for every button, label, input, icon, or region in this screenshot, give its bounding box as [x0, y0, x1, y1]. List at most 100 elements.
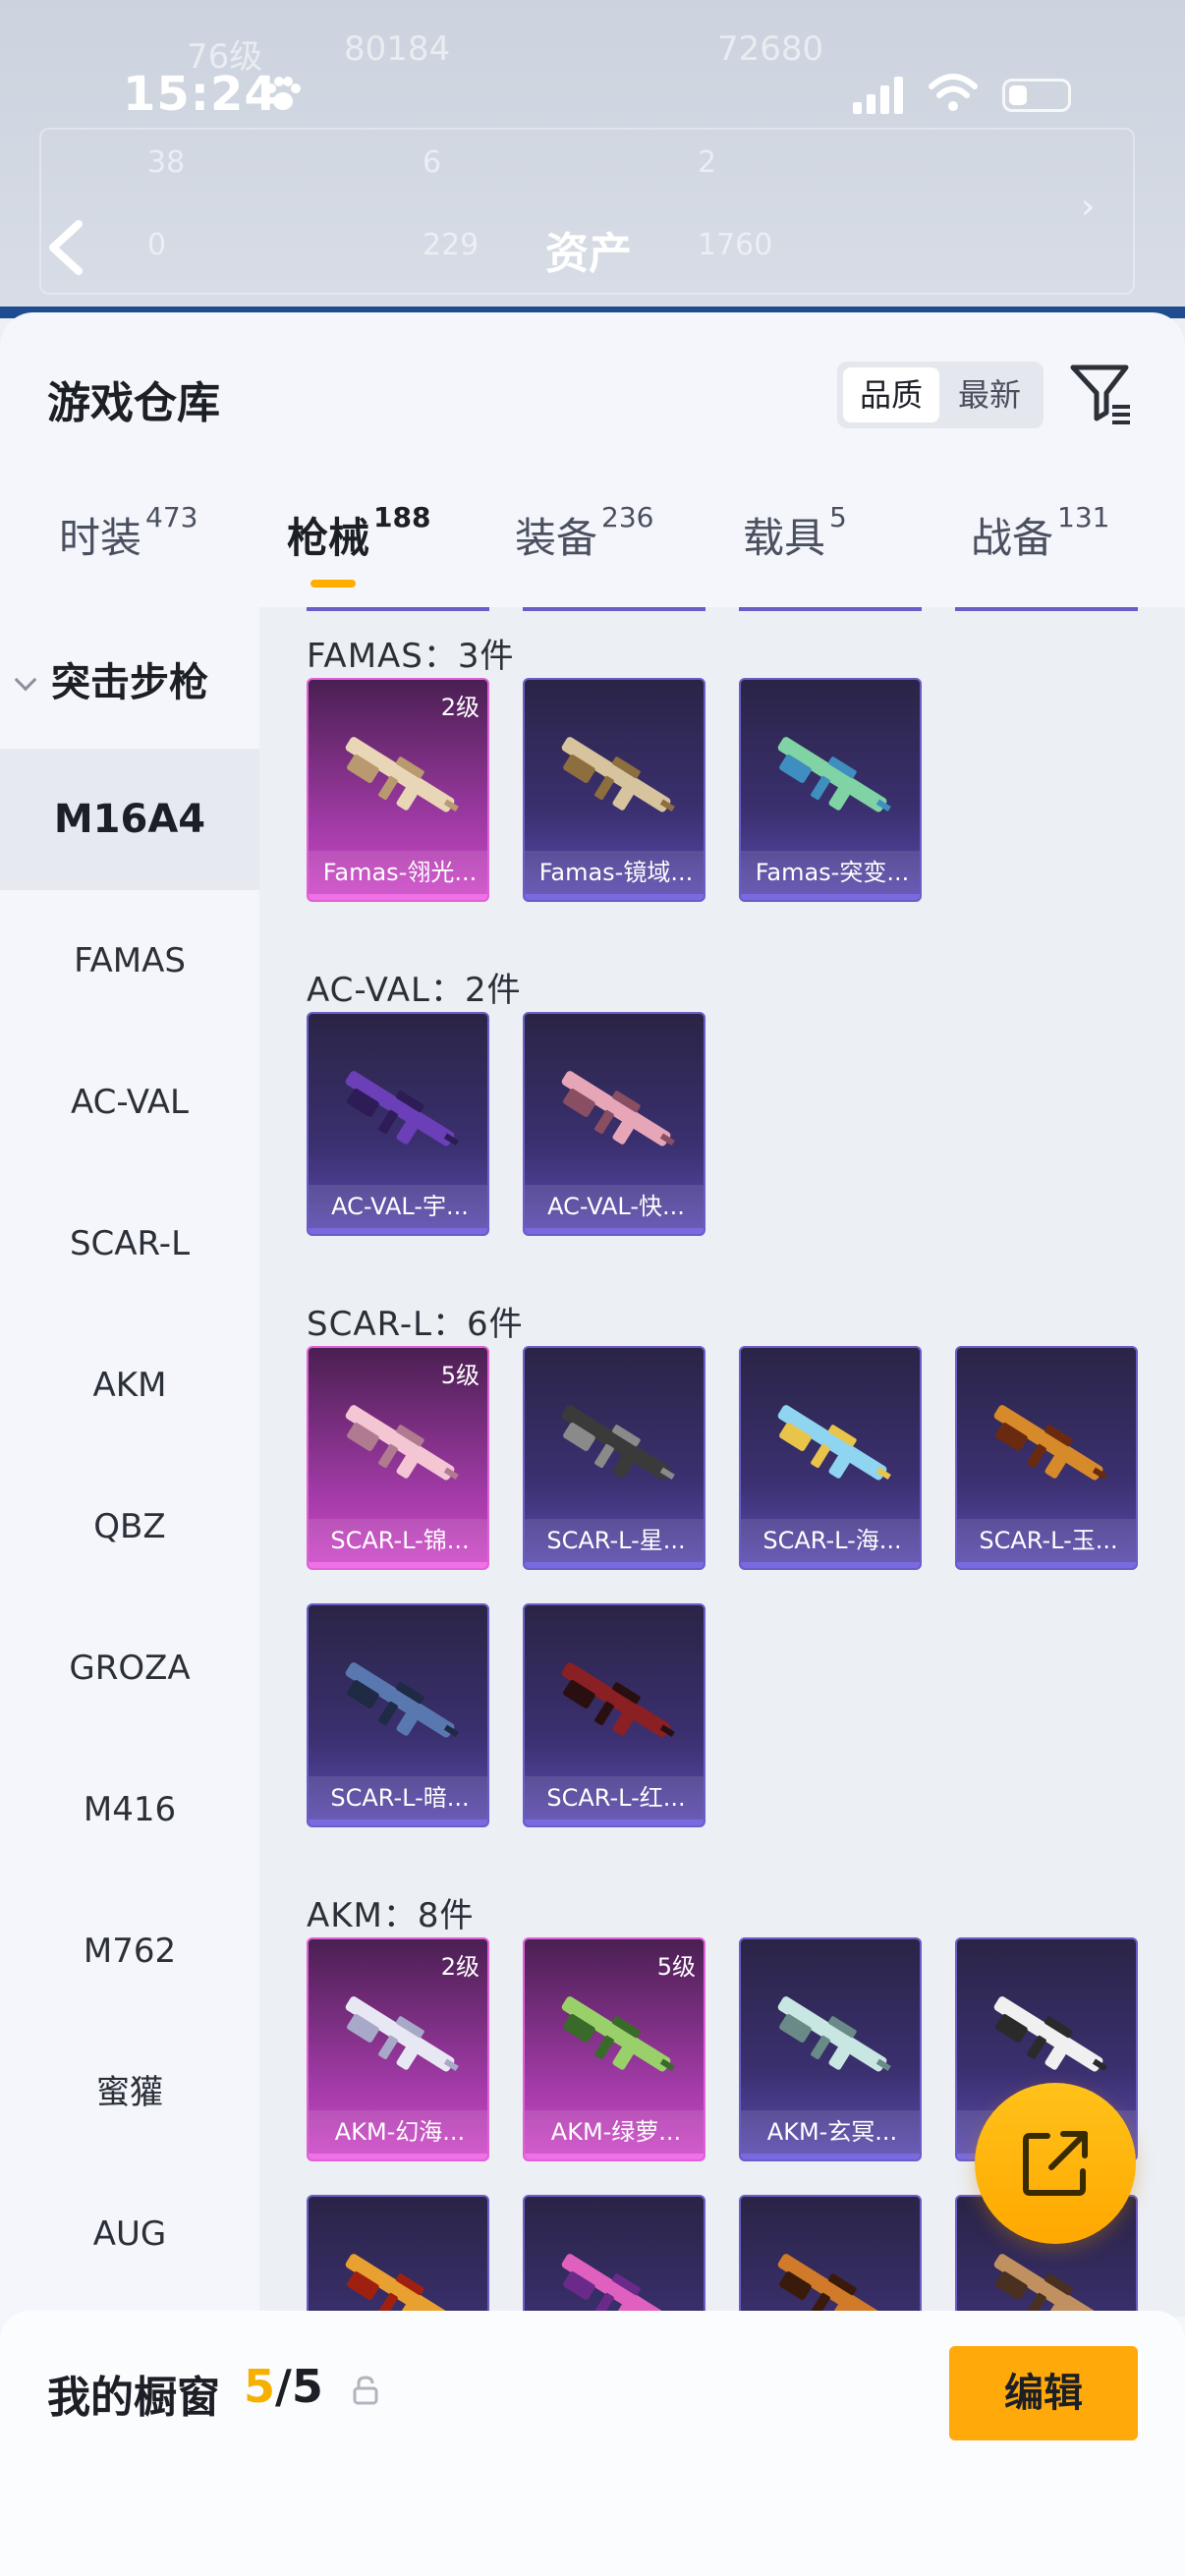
page-title: 资产 [545, 229, 632, 279]
tab-label: 时装 [59, 514, 142, 562]
skin-card[interactable]: SCAR-L-红... [523, 1603, 705, 1827]
skin-name: AC-VAL-宇... [309, 1185, 487, 1228]
skin-card[interactable]: Famas-突变... [739, 678, 922, 902]
faded-stat: 38 [147, 145, 186, 180]
skin-card[interactable] [739, 2195, 922, 2317]
skin-name: AC-VAL-快... [525, 1185, 704, 1228]
skin-name: SCAR-L-暗... [309, 1776, 487, 1820]
tab-equipment[interactable]: 装备 236 [515, 501, 653, 565]
skin-card[interactable]: AC-VAL-快... [523, 1012, 705, 1236]
rarity-bar [741, 1562, 920, 1568]
skin-name: AKM-幻海... [309, 2110, 487, 2154]
previous-row-edge [739, 607, 922, 611]
skin-card[interactable]: AC-VAL-宇... [307, 1012, 489, 1236]
rarity-bar [309, 1562, 487, 1568]
skin-card[interactable]: 5级 AKM-绿萝... [523, 1937, 705, 2161]
rarity-bar [741, 2154, 920, 2159]
skin-card[interactable]: 2级 AKM-幻海... [307, 1937, 489, 2161]
sidebar-item-groza[interactable]: GROZA [0, 1597, 259, 1739]
rarity-bar [525, 1562, 704, 1568]
sidebar-item-m16a4[interactable]: M16A4 [0, 749, 259, 890]
rarity-bar [309, 2154, 487, 2159]
faded-stat: 0 [147, 228, 167, 262]
share-button[interactable] [975, 2083, 1136, 2244]
tab-label: 载具 [743, 514, 826, 562]
skin-card[interactable] [523, 2195, 705, 2317]
weapon-sidebar: 突击步枪 M16A4 FAMAS AC-VAL SCAR-L AKM QBZ G… [0, 607, 259, 2317]
filter-icon[interactable] [1069, 362, 1134, 426]
rifle-icon [561, 1405, 675, 1481]
skin-card[interactable]: SCAR-L-海... [739, 1346, 922, 1570]
sort-toggle: 品质 最新 [837, 362, 1044, 428]
faded-stat: 6 [423, 145, 442, 180]
signal-icon [853, 77, 903, 114]
skin-name: Famas-翎光... [309, 851, 487, 894]
skin-card[interactable] [307, 2195, 489, 2317]
skin-card[interactable]: 5级 SCAR-L-锦... [307, 1346, 489, 1570]
level-badge: 5级 [656, 1953, 696, 1981]
tab-gear[interactable]: 战备 131 [971, 501, 1109, 565]
chevron-right-icon: › [1081, 187, 1096, 227]
skin-name: SCAR-L-海... [741, 1519, 920, 1562]
rifle-icon [345, 1662, 459, 1738]
section-title: AC-VAL：2件 [307, 971, 522, 1010]
rifle-icon [993, 2254, 1107, 2317]
sort-by-newest[interactable]: 最新 [941, 367, 1038, 422]
skin-card[interactable]: 2级 Famas-翎光... [307, 678, 489, 902]
status-time: 15:24 [123, 67, 278, 122]
rifle-icon [561, 1071, 675, 1147]
showcase-current: 5 [244, 2360, 276, 2413]
level-badge: 5级 [440, 1362, 480, 1389]
rifle-icon [345, 1405, 459, 1481]
sort-by-quality[interactable]: 品质 [843, 367, 939, 422]
skin-name: AKM-绿萝... [525, 2110, 704, 2154]
chevron-down-icon [14, 668, 37, 692]
tab-label: 装备 [515, 514, 598, 562]
rarity-bar [741, 894, 920, 900]
rifle-icon [993, 1996, 1107, 2072]
sidebar-item-akm[interactable]: AKM [0, 1315, 259, 1456]
rifle-icon [777, 1996, 891, 2072]
showcase-total: /5 [275, 2360, 323, 2413]
tab-vehicles[interactable]: 载具 5 [743, 501, 847, 565]
sidebar-item-qbz[interactable]: QBZ [0, 1456, 259, 1597]
tab-label: 枪械 [287, 514, 370, 562]
sidebar-group-assault-rifles[interactable]: 突击步枪 [14, 650, 208, 707]
sidebar-item-ac-val[interactable]: AC-VAL [0, 1032, 259, 1173]
skin-card[interactable]: AKM-玄冥... [739, 1937, 922, 2161]
skin-name: Famas-突变... [741, 851, 920, 894]
background-profile-header: 76级 80184 72680 38 6 2 0 229 1760 › 15:2… [0, 0, 1185, 314]
skin-card[interactable]: SCAR-L-星... [523, 1346, 705, 1570]
skin-card[interactable]: SCAR-L-暗... [307, 1603, 489, 1827]
rarity-bar [309, 894, 487, 900]
sidebar-item-m762[interactable]: M762 [0, 1880, 259, 2022]
skin-card[interactable]: Famas-镜域... [523, 678, 705, 902]
share-icon [1023, 2131, 1088, 2196]
skin-card[interactable]: SCAR-L-玉... [955, 1346, 1138, 1570]
sidebar-group-label: 突击步枪 [51, 660, 208, 705]
edit-button[interactable]: 编辑 [949, 2346, 1138, 2440]
rarity-bar [525, 2154, 704, 2159]
tab-count: 5 [829, 501, 847, 533]
rifle-icon [345, 737, 459, 812]
previous-row-edge [307, 607, 489, 611]
back-arrow-icon[interactable] [43, 218, 86, 277]
rarity-bar [525, 894, 704, 900]
previous-row-edge [523, 607, 705, 611]
sidebar-item-famas[interactable]: FAMAS [0, 890, 259, 1032]
rifle-icon [561, 737, 675, 812]
showcase-label: 我的橱窗 [47, 2373, 220, 2423]
sidebar-item-honey-badger[interactable]: 蜜獾 [0, 2022, 259, 2163]
lock-icon [353, 2376, 378, 2405]
sidebar-item-m416[interactable]: M416 [0, 1739, 259, 1880]
tab-firearms[interactable]: 枪械 188 [287, 501, 430, 565]
tab-fashion[interactable]: 时装 473 [59, 501, 198, 565]
wifi-icon [929, 74, 978, 111]
skin-name: SCAR-L-玉... [957, 1519, 1136, 1562]
rifle-icon [561, 1996, 675, 2072]
sidebar-item-scar-l[interactable]: SCAR-L [0, 1173, 259, 1315]
tab-count: 131 [1057, 501, 1110, 533]
tab-count: 188 [373, 501, 431, 533]
sidebar-item-aug[interactable]: AUG [0, 2163, 259, 2305]
rifle-icon [345, 2254, 459, 2317]
